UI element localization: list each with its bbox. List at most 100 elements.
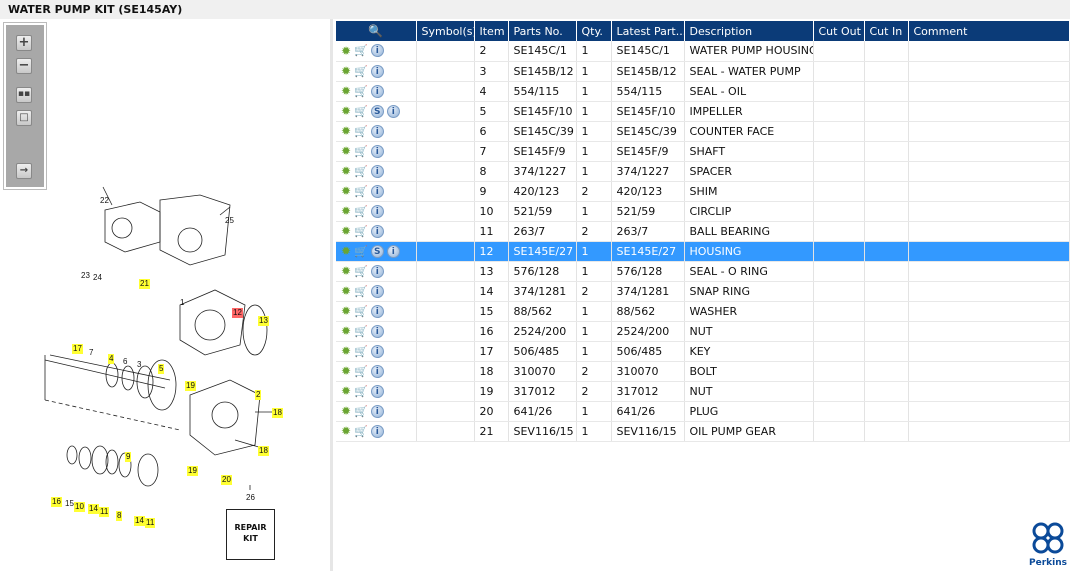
callout-label[interactable]: 2 <box>255 390 262 400</box>
cart-icon[interactable]: 🛒 <box>354 245 368 258</box>
cart-icon[interactable]: 🛒 <box>354 265 368 278</box>
info-icon[interactable]: i <box>370 204 384 218</box>
callout-label[interactable]: 7 <box>88 348 94 358</box>
gear-icon[interactable]: ✹ <box>341 44 351 58</box>
cart-icon[interactable]: 🛒 <box>354 365 368 378</box>
callout-label[interactable]: 23 <box>80 271 91 281</box>
table-row[interactable]: ✹ 🛒 i 2 SE145C/1 1 SE145C/1 WATER PUMP HOUSING <box>336 41 1070 62</box>
cart-icon[interactable]: 🛒 <box>354 125 368 138</box>
info-icon[interactable]: i <box>370 144 384 158</box>
table-row[interactable]: ✹ 🛒 i 16 2524/200 1 2524/200 NUT <box>336 321 1070 342</box>
supersession-icon[interactable]: S <box>370 244 384 258</box>
column-header[interactable]: Cut Out <box>813 21 865 41</box>
column-header[interactable]: Description <box>684 21 814 41</box>
cart-icon[interactable]: 🛒 <box>354 425 368 438</box>
table-row[interactable]: ✹ 🛒 i 15 88/562 1 88/562 WASHER <box>336 301 1070 322</box>
info-icon[interactable]: i <box>370 364 384 378</box>
gear-icon[interactable]: ✹ <box>341 404 351 418</box>
table-row[interactable]: ✹ 🛒 i 11 263/7 2 263/7 BALL BEARING <box>336 221 1070 242</box>
info-icon[interactable]: i <box>386 244 400 258</box>
info-icon[interactable]: i <box>370 224 384 238</box>
gear-icon[interactable]: ✹ <box>341 264 351 278</box>
table-row[interactable]: ✹ 🛒 i 20 641/26 1 641/26 PLUG <box>336 401 1070 422</box>
cart-icon[interactable]: 🛒 <box>354 405 368 418</box>
table-row[interactable]: ✹ 🛒 i 9 420/123 2 420/123 SHIM <box>336 181 1070 202</box>
fit-grid-button[interactable]: ▪▪ <box>16 87 32 103</box>
gear-icon[interactable]: ✹ <box>341 424 351 438</box>
callout-label[interactable]: 22 <box>99 196 110 206</box>
column-header[interactable]: Latest Part... <box>611 21 685 41</box>
callout-label[interactable]: 12 <box>232 308 243 318</box>
callout-label[interactable]: 16 <box>51 497 62 507</box>
callout-label[interactable]: 24 <box>92 273 103 283</box>
table-row[interactable]: ✹ 🛒 i 4 554/115 1 554/115 SEAL - OIL <box>336 81 1070 102</box>
callout-label[interactable]: 3 <box>136 360 142 370</box>
table-row[interactable]: ✹ 🛒 i 10 521/59 1 521/59 CIRCLIP <box>336 201 1070 222</box>
callout-label[interactable]: 9 <box>125 452 132 462</box>
cart-icon[interactable]: 🛒 <box>354 85 368 98</box>
callout-label[interactable]: 18 <box>272 408 283 418</box>
column-header[interactable]: Symbol(s) <box>416 21 475 41</box>
gear-icon[interactable]: ✹ <box>341 84 351 98</box>
gear-icon[interactable]: ✹ <box>341 324 351 338</box>
info-icon[interactable]: i <box>370 84 384 98</box>
gear-icon[interactable]: ✹ <box>341 104 351 118</box>
table-row[interactable]: ✹ 🛒 i 18 310070 2 310070 BOLT <box>336 361 1070 382</box>
callout-label[interactable]: 4 <box>108 354 115 364</box>
callout-label[interactable]: 8 <box>116 511 123 521</box>
info-icon[interactable]: i <box>370 184 384 198</box>
table-row[interactable]: ✹ 🛒 Si 5 SE145F/10 1 SE145F/10 IMPELLER <box>336 101 1070 122</box>
gear-icon[interactable]: ✹ <box>341 184 351 198</box>
gear-icon[interactable]: ✹ <box>341 364 351 378</box>
cart-icon[interactable]: 🛒 <box>354 305 368 318</box>
zoom-out-button[interactable]: − <box>16 58 32 74</box>
info-icon[interactable]: i <box>370 44 384 58</box>
gear-icon[interactable]: ✹ <box>341 64 351 78</box>
cart-icon[interactable]: 🛒 <box>354 285 368 298</box>
info-icon[interactable]: i <box>370 284 384 298</box>
cart-icon[interactable]: 🛒 <box>354 105 368 118</box>
callout-label[interactable]: 13 <box>258 316 269 326</box>
callout-label[interactable]: 19 <box>187 466 198 476</box>
info-icon[interactable]: i <box>370 124 384 138</box>
info-icon[interactable]: i <box>370 384 384 398</box>
gear-icon[interactable]: ✹ <box>341 224 351 238</box>
callout-label[interactable]: 21 <box>139 279 150 289</box>
column-header[interactable]: Comment <box>908 21 1070 41</box>
gear-icon[interactable]: ✹ <box>341 344 351 358</box>
cart-icon[interactable]: 🛒 <box>354 145 368 158</box>
table-row[interactable]: ✹ 🛒 Si 12 SE145E/27 1 SE145E/27 HOUSING <box>336 241 1070 262</box>
callout-label[interactable]: 5 <box>158 364 165 374</box>
cart-icon[interactable]: 🛒 <box>354 325 368 338</box>
callout-label[interactable]: 11 <box>145 518 156 528</box>
callout-label[interactable]: 19 <box>185 381 196 391</box>
info-icon[interactable]: i <box>370 164 384 178</box>
cart-icon[interactable]: 🛒 <box>354 385 368 398</box>
callout-label[interactable]: 26 <box>245 493 256 503</box>
gear-icon[interactable]: ✹ <box>341 124 351 138</box>
callout-label[interactable]: 14 <box>134 516 145 526</box>
column-header[interactable]: Parts No. <box>508 21 577 41</box>
repair-kit-box[interactable]: REPAIR KIT <box>226 509 275 560</box>
gear-icon[interactable]: ✹ <box>341 144 351 158</box>
table-row[interactable]: ✹ 🛒 i 13 576/128 1 576/128 SEAL - O RING <box>336 261 1070 282</box>
cart-icon[interactable]: 🛒 <box>354 345 368 358</box>
cart-icon[interactable]: 🛒 <box>354 205 368 218</box>
actual-size-button[interactable]: □ <box>16 110 32 126</box>
table-row[interactable]: ✹ 🛒 i 17 506/485 1 506/485 KEY <box>336 341 1070 362</box>
callout-label[interactable]: 14 <box>88 504 99 514</box>
gear-icon[interactable]: ✹ <box>341 284 351 298</box>
callout-label[interactable]: 25 <box>224 216 235 226</box>
info-icon[interactable]: i <box>370 324 384 338</box>
info-icon[interactable]: i <box>370 424 384 438</box>
info-icon[interactable]: i <box>370 404 384 418</box>
toggle-list-button[interactable]: → <box>16 163 32 179</box>
callout-label[interactable]: 10 <box>74 502 85 512</box>
cart-icon[interactable]: 🛒 <box>354 44 368 57</box>
table-row[interactable]: ✹ 🛒 i 6 SE145C/39 1 SE145C/39 COUNTER FACE <box>336 121 1070 142</box>
callout-label[interactable]: 6 <box>122 357 128 367</box>
header-search[interactable]: 🔍 <box>336 21 417 41</box>
table-row[interactable]: ✹ 🛒 i 21 SEV116/15 1 SEV116/15 OIL PUMP GEAR <box>336 421 1070 442</box>
zoom-in-button[interactable]: + <box>16 35 32 51</box>
column-header[interactable]: Qty. <box>576 21 612 41</box>
